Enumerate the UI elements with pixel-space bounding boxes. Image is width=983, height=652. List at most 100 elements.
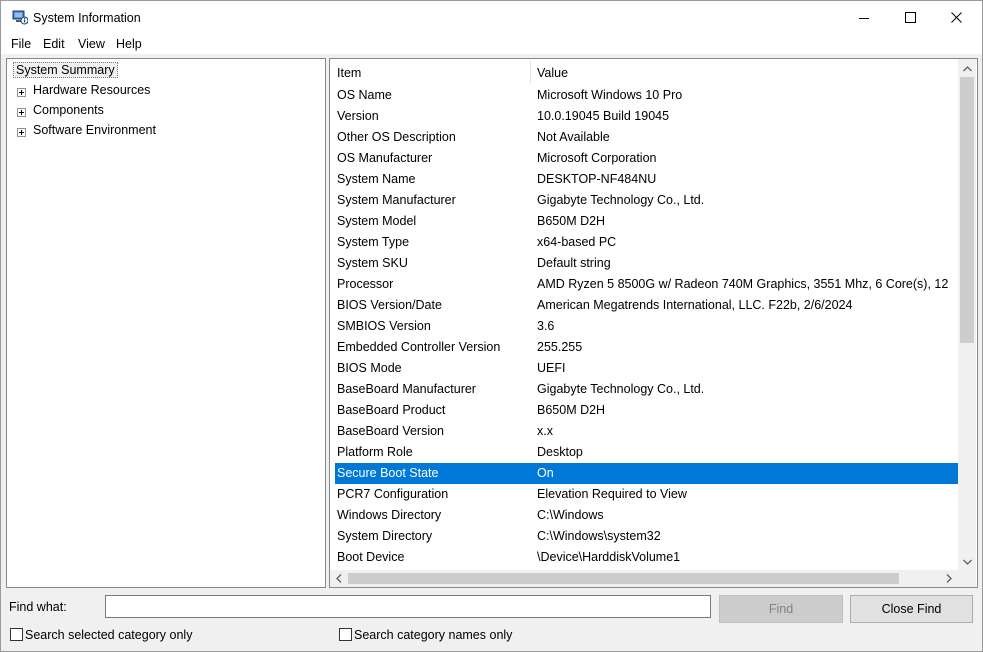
- list-row[interactable]: System Manufacturer Gigabyte Technology C…: [335, 190, 958, 211]
- cell-value: B650M D2H: [537, 403, 606, 417]
- tree-item-label: Components: [33, 103, 104, 117]
- list-row[interactable]: System Name DESKTOP-NF484NU: [335, 169, 958, 190]
- search-selected-category-option[interactable]: Search selected category only: [10, 627, 230, 643]
- cell-value: x64-based PC: [537, 235, 617, 249]
- chevron-left-icon: [336, 572, 342, 586]
- menu-help[interactable]: Help: [116, 37, 142, 51]
- list-row[interactable]: Other OS Description Not Available: [335, 127, 958, 148]
- chevron-right-icon: [946, 572, 952, 586]
- cell-value: C:\Windows\system32: [537, 529, 661, 543]
- cell-item: Version: [337, 109, 379, 123]
- minimize-icon: [859, 13, 869, 23]
- vertical-scrollbar[interactable]: [958, 59, 976, 570]
- cell-value: 255.255: [537, 340, 583, 354]
- expand-plus-icon[interactable]: [17, 106, 26, 117]
- list-row[interactable]: System Model B650M D2H: [335, 211, 958, 232]
- list-row[interactable]: SMBIOS Version 3.6: [335, 316, 958, 337]
- search-selected-checkbox[interactable]: [10, 628, 23, 641]
- cell-item: BIOS Mode: [337, 361, 402, 375]
- details-list[interactable]: Item Value OS Name Microsoft Windows 10 P…: [329, 58, 978, 588]
- list-row[interactable]: BaseBoard Product B650M D2H: [335, 400, 958, 421]
- cell-value: UEFI: [537, 361, 566, 375]
- list-row[interactable]: System Directory C:\Windows\system32: [335, 526, 958, 547]
- search-names-label: Search category names only: [354, 628, 513, 642]
- cell-value: Gigabyte Technology Co., Ltd.: [537, 193, 705, 207]
- horizontal-scrollbar[interactable]: [330, 570, 958, 587]
- list-row[interactable]: BaseBoard Manufacturer Gigabyte Technolog…: [335, 379, 958, 400]
- cell-value: AMD Ryzen 5 8500G w/ Radeon 740M Graphic…: [537, 277, 949, 291]
- cell-item: BaseBoard Manufacturer: [337, 382, 476, 396]
- list-row[interactable]: Platform Role Desktop: [335, 442, 958, 463]
- horizontal-scroll-thumb[interactable]: [348, 573, 899, 584]
- system-information-window: System Information File Edit View Help S…: [0, 0, 983, 652]
- cell-value: Not Available: [537, 130, 610, 144]
- list-row[interactable]: Embedded Controller Version 255.255: [335, 337, 958, 358]
- cell-value: x.x: [537, 424, 553, 438]
- cell-value: 3.6: [537, 319, 555, 333]
- list-row[interactable]: System SKU Default string: [335, 253, 958, 274]
- list-row[interactable]: OS Name Microsoft Windows 10 Pro: [335, 85, 958, 106]
- window-title: System Information: [33, 11, 141, 25]
- column-separator[interactable]: [530, 60, 531, 84]
- cell-value: Default string: [537, 256, 611, 270]
- maximize-button[interactable]: [887, 1, 933, 34]
- vertical-scroll-thumb[interactable]: [960, 77, 974, 343]
- scroll-down-button[interactable]: [958, 552, 976, 570]
- expand-plus-icon[interactable]: [17, 86, 26, 97]
- cell-item: BIOS Version/Date: [337, 298, 442, 312]
- tree-item-software-environment[interactable]: Software Environment: [7, 121, 307, 141]
- cell-item: OS Name: [337, 88, 392, 102]
- cell-item: System Directory: [337, 529, 433, 543]
- list-row[interactable]: Boot Device \Device\HarddiskVolume1: [335, 547, 958, 568]
- cell-item: System Model: [337, 214, 417, 228]
- list-row[interactable]: BIOS Version/Date American Megatrends Int…: [335, 295, 958, 316]
- title-bar[interactable]: System Information: [1, 1, 982, 34]
- tree-item-label: System Summary: [13, 62, 118, 78]
- close-button[interactable]: [933, 1, 979, 34]
- list-row-selected[interactable]: Secure Boot State On: [335, 463, 958, 484]
- list-row[interactable]: Windows Directory C:\Windows: [335, 505, 958, 526]
- find-what-label: Find what:: [9, 600, 67, 614]
- category-tree[interactable]: System Summary Hardware Resources Compon…: [6, 58, 326, 588]
- tree-item-hardware-resources[interactable]: Hardware Resources: [7, 81, 307, 101]
- scroll-up-button[interactable]: [958, 59, 976, 77]
- close-find-button[interactable]: Close Find: [850, 595, 973, 623]
- column-header-item[interactable]: Item: [337, 66, 361, 80]
- scrollbar-corner: [958, 570, 976, 587]
- list-row[interactable]: BIOS Mode UEFI: [335, 358, 958, 379]
- scroll-right-button[interactable]: [940, 570, 958, 587]
- minimize-button[interactable]: [841, 1, 887, 34]
- list-row[interactable]: Version 10.0.19045 Build 19045: [335, 106, 958, 127]
- tree-item-components[interactable]: Components: [7, 101, 307, 121]
- cell-item: Platform Role: [337, 445, 413, 459]
- tree-item-system-summary[interactable]: System Summary: [7, 61, 307, 81]
- cell-item: Embedded Controller Version: [337, 340, 501, 354]
- menu-bar: File Edit View Help: [1, 34, 982, 54]
- search-names-checkbox[interactable]: [339, 628, 352, 641]
- find-what-input[interactable]: [105, 595, 711, 618]
- find-button[interactable]: Find: [719, 595, 843, 623]
- cell-value: Microsoft Corporation: [537, 151, 657, 165]
- menu-file[interactable]: File: [11, 37, 31, 51]
- menu-edit[interactable]: Edit: [43, 37, 65, 51]
- system-information-icon: [12, 10, 29, 25]
- list-row[interactable]: PCR7 Configuration Elevation Required to …: [335, 484, 958, 505]
- expand-plus-icon[interactable]: [17, 126, 26, 137]
- search-category-names-option[interactable]: Search category names only: [339, 627, 559, 643]
- cell-value: 10.0.19045 Build 19045: [537, 109, 670, 123]
- maximize-icon: [904, 12, 916, 23]
- cell-value: DESKTOP-NF484NU: [537, 172, 657, 186]
- list-row[interactable]: BaseBoard Version x.x: [335, 421, 958, 442]
- cell-item: System SKU: [337, 256, 408, 270]
- scroll-left-button[interactable]: [330, 570, 348, 587]
- column-header-value[interactable]: Value: [537, 66, 568, 80]
- menu-view[interactable]: View: [78, 37, 105, 51]
- cell-value: American Megatrends International, LLC. …: [537, 298, 853, 312]
- cell-item: BaseBoard Product: [337, 403, 446, 417]
- list-rows: OS Name Microsoft Windows 10 Pro Version 10…: [330, 85, 958, 568]
- cell-value: Desktop: [537, 445, 583, 459]
- list-row[interactable]: System Type x64-based PC: [335, 232, 958, 253]
- list-row[interactable]: Processor AMD Ryzen 5 8500G w/ Radeon 740…: [335, 274, 958, 295]
- cell-value: C:\Windows: [537, 508, 604, 522]
- list-row[interactable]: OS Manufacturer Microsoft Corporation: [335, 148, 958, 169]
